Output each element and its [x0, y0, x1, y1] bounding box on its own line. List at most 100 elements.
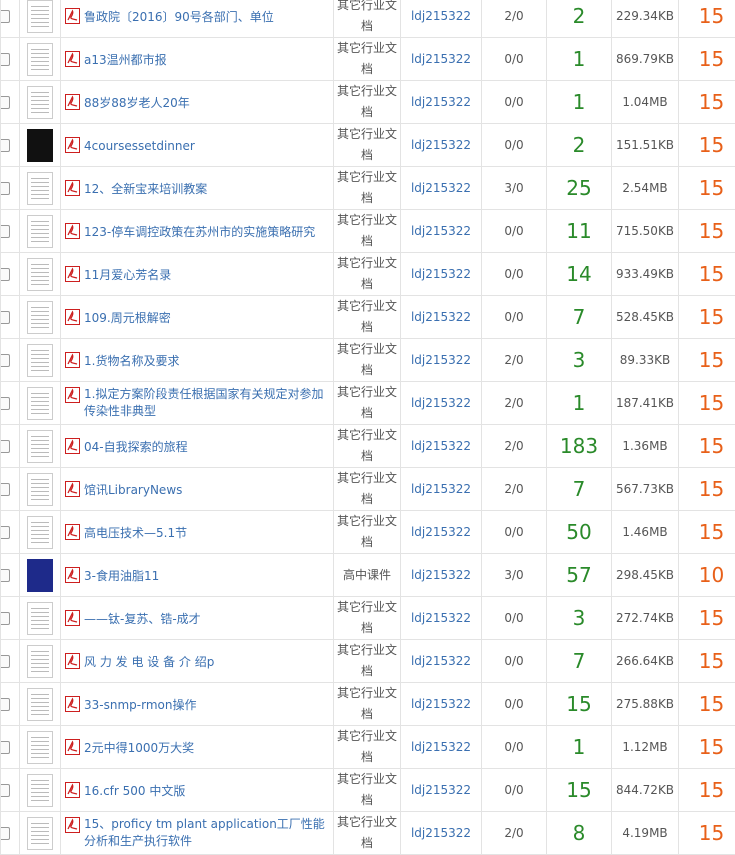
document-thumbnail[interactable]: [27, 215, 53, 248]
document-title-link[interactable]: 高电压技术—5.1节: [84, 525, 187, 542]
document-title-link[interactable]: ——钛-复苏、锆-成才: [84, 611, 201, 628]
document-thumbnail[interactable]: [27, 129, 53, 162]
uploader-link[interactable]: ldj215322: [411, 138, 471, 152]
uploader-link[interactable]: ldj215322: [411, 525, 471, 539]
document-thumbnail[interactable]: [27, 387, 53, 420]
document-thumbnail[interactable]: [27, 43, 53, 76]
row-checkbox[interactable]: [1, 10, 11, 23]
document-category[interactable]: 其它行业文档: [337, 0, 397, 33]
document-category[interactable]: 其它行业文档: [337, 643, 397, 678]
uploader-link[interactable]: ldj215322: [411, 9, 471, 23]
uploader-link[interactable]: ldj215322: [411, 482, 471, 496]
uploader-link[interactable]: ldj215322: [411, 439, 471, 453]
uploader-link[interactable]: ldj215322: [411, 396, 471, 410]
document-thumbnail[interactable]: [27, 731, 53, 764]
row-checkbox[interactable]: [1, 354, 11, 367]
uploader-link[interactable]: ldj215322: [411, 181, 471, 195]
uploader-link[interactable]: ldj215322: [411, 611, 471, 625]
document-category[interactable]: 其它行业文档: [337, 471, 397, 506]
row-checkbox[interactable]: [1, 268, 11, 281]
document-title-link[interactable]: 109.周元根解密: [84, 310, 171, 327]
document-title-link[interactable]: a13温州都市报: [84, 52, 167, 69]
document-category[interactable]: 其它行业文档: [337, 342, 397, 377]
row-checkbox[interactable]: [1, 139, 11, 152]
document-category[interactable]: 其它行业文档: [337, 84, 397, 119]
row-checkbox[interactable]: [1, 440, 11, 453]
document-category[interactable]: 其它行业文档: [337, 127, 397, 162]
uploader-link[interactable]: ldj215322: [411, 267, 471, 281]
row-checkbox[interactable]: [1, 225, 11, 238]
document-category[interactable]: 其它行业文档: [337, 299, 397, 334]
document-title-link[interactable]: 1.拟定方案阶段责任根据国家有关规定对参加传染性非典型: [84, 386, 333, 420]
document-thumbnail[interactable]: [27, 516, 53, 549]
document-title-link[interactable]: 风 力 发 电 设 备 介 绍p: [84, 654, 214, 671]
document-title-link[interactable]: 2元中得1000万大奖: [84, 740, 194, 757]
uploader-link[interactable]: ldj215322: [411, 52, 471, 66]
row-checkbox[interactable]: [1, 655, 11, 668]
row-checkbox[interactable]: [1, 612, 11, 625]
row-checkbox[interactable]: [1, 96, 11, 109]
document-title-link[interactable]: 123-停车调控政策在苏州市的实施策略研究: [84, 224, 315, 241]
document-title-link[interactable]: 15、proficy tm plant application工厂性能分析和生产…: [84, 816, 333, 850]
document-category[interactable]: 其它行业文档: [337, 815, 397, 850]
document-title-link[interactable]: 11月爱心芳名录: [84, 267, 171, 284]
document-thumbnail[interactable]: [27, 172, 53, 205]
row-checkbox[interactable]: [1, 741, 11, 754]
row-checkbox[interactable]: [1, 483, 11, 496]
uploader-link[interactable]: ldj215322: [411, 826, 471, 840]
document-thumbnail[interactable]: [27, 645, 53, 678]
uploader-link[interactable]: ldj215322: [411, 568, 471, 582]
row-checkbox[interactable]: [1, 182, 11, 195]
row-checkbox[interactable]: [1, 569, 11, 582]
document-thumbnail[interactable]: [27, 473, 53, 506]
document-title-link[interactable]: 1.货物名称及要求: [84, 353, 179, 370]
document-title-link[interactable]: 3-食用油脂11: [84, 568, 159, 585]
document-thumbnail[interactable]: [27, 258, 53, 291]
document-title-link[interactable]: 馆讯LibraryNews: [84, 482, 182, 499]
row-checkbox[interactable]: [1, 53, 11, 66]
document-thumbnail[interactable]: [27, 559, 53, 592]
document-title-link[interactable]: 16.cfr 500 中文版: [84, 783, 185, 800]
document-category[interactable]: 其它行业文档: [337, 256, 397, 291]
document-title-link[interactable]: 88岁88岁老人20年: [84, 95, 190, 112]
row-checkbox[interactable]: [1, 698, 11, 711]
uploader-link[interactable]: ldj215322: [411, 740, 471, 754]
document-category[interactable]: 其它行业文档: [337, 41, 397, 76]
uploader-link[interactable]: ldj215322: [411, 95, 471, 109]
document-thumbnail[interactable]: [27, 688, 53, 721]
document-title-link[interactable]: 鲁政院〔2016〕90号各部门、单位: [84, 9, 274, 26]
document-thumbnail[interactable]: [27, 774, 53, 807]
document-thumbnail[interactable]: [27, 817, 53, 850]
document-title-link[interactable]: 04-自我探索的旅程: [84, 439, 188, 456]
document-thumbnail[interactable]: [27, 430, 53, 463]
row-checkbox[interactable]: [1, 827, 11, 840]
document-category[interactable]: 其它行业文档: [337, 213, 397, 248]
document-category[interactable]: 其它行业文档: [337, 428, 397, 463]
uploader-link[interactable]: ldj215322: [411, 224, 471, 238]
document-category[interactable]: 其它行业文档: [337, 170, 397, 205]
document-title-link[interactable]: 4coursessetdinner: [84, 138, 195, 155]
uploader-link[interactable]: ldj215322: [411, 353, 471, 367]
uploader-link[interactable]: ldj215322: [411, 654, 471, 668]
document-category[interactable]: 其它行业文档: [337, 686, 397, 721]
document-category[interactable]: 其它行业文档: [337, 729, 397, 764]
uploader-link[interactable]: ldj215322: [411, 697, 471, 711]
document-category[interactable]: 其它行业文档: [337, 514, 397, 549]
row-checkbox[interactable]: [1, 784, 11, 797]
row-checkbox[interactable]: [1, 311, 11, 324]
document-thumbnail[interactable]: [27, 301, 53, 334]
document-category[interactable]: 高中课件: [343, 568, 391, 582]
document-thumbnail[interactable]: [27, 0, 53, 33]
row-checkbox[interactable]: [1, 397, 11, 410]
document-title-link[interactable]: 33-snmp-rmon操作: [84, 697, 196, 714]
document-title-link[interactable]: 12、全新宝来培训教案: [84, 181, 207, 198]
uploader-link[interactable]: ldj215322: [411, 783, 471, 797]
document-thumbnail[interactable]: [27, 86, 53, 119]
document-category[interactable]: 其它行业文档: [337, 772, 397, 807]
document-thumbnail[interactable]: [27, 344, 53, 377]
uploader-link[interactable]: ldj215322: [411, 310, 471, 324]
row-checkbox[interactable]: [1, 526, 11, 539]
document-category[interactable]: 其它行业文档: [337, 385, 397, 420]
document-thumbnail[interactable]: [27, 602, 53, 635]
document-category[interactable]: 其它行业文档: [337, 600, 397, 635]
